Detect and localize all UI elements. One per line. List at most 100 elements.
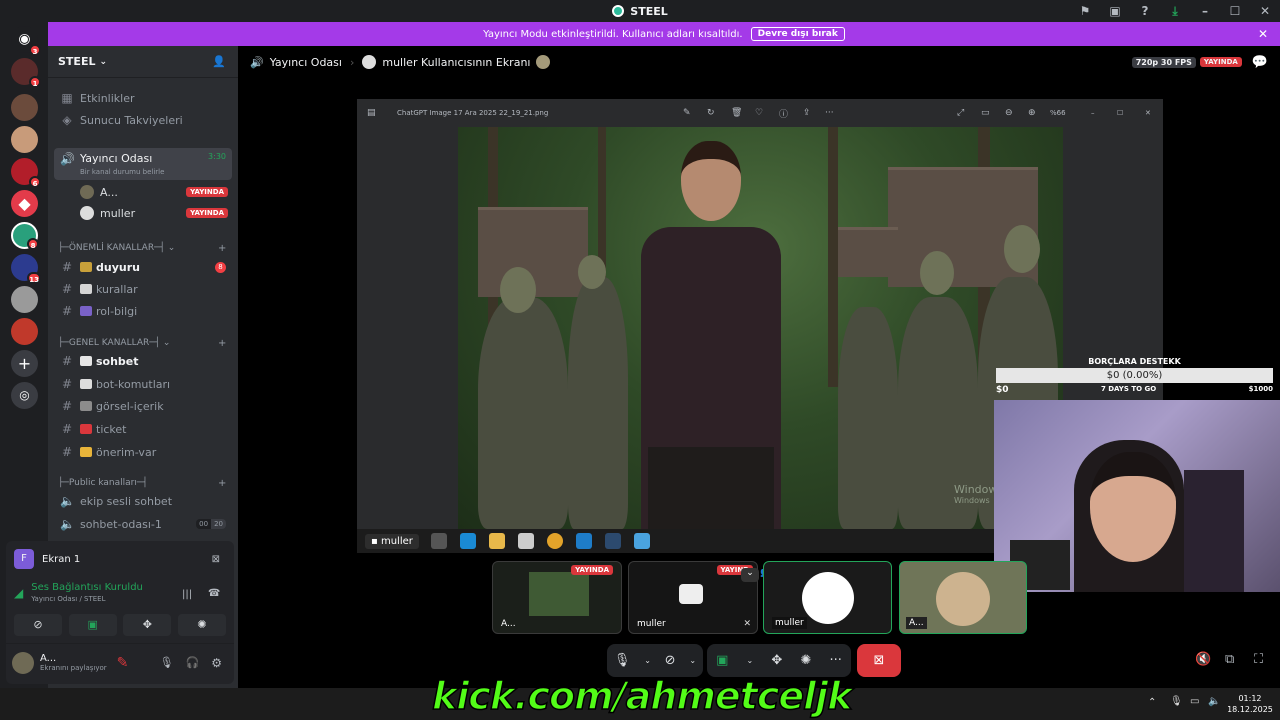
fullscreen-icon[interactable]: ⛶	[1254, 652, 1263, 667]
add-channel-icon[interactable]: +	[218, 338, 226, 349]
photos-icon[interactable]	[633, 533, 650, 549]
server-icon[interactable]	[11, 318, 38, 345]
chrome-icon[interactable]	[546, 533, 563, 549]
avatar[interactable]	[12, 651, 34, 674]
chat-icon[interactable]: 💬	[1252, 55, 1268, 70]
microphone-icon[interactable]: 🎙	[160, 656, 174, 669]
participant-tile[interactable]: YAYIND muller ✕	[628, 561, 758, 634]
channel-sohbet[interactable]: # sohbet	[54, 351, 232, 371]
close-icon[interactable]: ✕	[1258, 27, 1268, 41]
voice-channel-path[interactable]: Yayıncı Odası / STEEL	[31, 595, 143, 603]
maximize-button[interactable]: ☐	[1220, 4, 1250, 18]
add-channel-icon[interactable]: +	[218, 243, 226, 254]
disable-streamer-mode-button[interactable]: Devre dışı bırak	[750, 27, 845, 41]
download-icon[interactable]: ⤓	[1160, 4, 1190, 19]
voice-user[interactable]: muller YAYINDA	[74, 203, 232, 223]
rotate-icon[interactable]: ↻	[707, 108, 715, 118]
add-member-icon[interactable]: 👤	[212, 55, 226, 68]
minimize-button[interactable]: –	[1091, 109, 1095, 117]
volume-tray-icon[interactable]: 🔈	[1208, 696, 1220, 707]
voice-channel-status[interactable]: Bir kanal durumu belirle	[80, 168, 164, 176]
participant-tile[interactable]: A...	[899, 561, 1027, 634]
screen-share-button[interactable]: ▣	[68, 614, 117, 636]
add-channel-icon[interactable]: +	[218, 478, 226, 489]
display-tray-icon[interactable]: ▭	[1190, 696, 1199, 707]
server-icon[interactable]: 13	[11, 254, 41, 284]
popout-icon[interactable]: ⧉	[1225, 652, 1234, 667]
share-icon[interactable]: ⇪	[803, 108, 811, 118]
soundboard-icon[interactable]: ✺	[800, 653, 811, 668]
more-icon[interactable]: ···	[830, 653, 842, 668]
channel-ticket[interactable]: # ticket	[54, 419, 232, 439]
category-important[interactable]: ├─ÖNEMLİ KANALLAR─┤ ⌄ +	[58, 243, 226, 254]
maximize-button[interactable]: ☐	[1117, 109, 1123, 117]
zoom-in-icon[interactable]: ⊕	[1028, 108, 1036, 118]
minimize-button[interactable]: –	[1190, 4, 1220, 18]
steam-icon[interactable]	[604, 533, 621, 549]
channel-duyuru[interactable]: # duyuru 8	[54, 257, 232, 277]
camera-off-icon[interactable]: ⊘	[665, 653, 676, 668]
flag-icon[interactable]: ⚑	[1070, 4, 1100, 18]
delete-icon[interactable]: 🗑	[731, 108, 742, 118]
store-icon[interactable]	[517, 533, 534, 549]
headphones-icon[interactable]: 🎧	[186, 656, 200, 669]
server-icon[interactable]: ◆	[11, 190, 38, 217]
close-window-button[interactable]: ✕	[1250, 4, 1280, 18]
favorite-icon[interactable]: ♡	[755, 108, 763, 118]
channel-gorsel-icerik[interactable]: # görsel-içerik	[54, 396, 232, 416]
task-view-icon[interactable]	[430, 533, 447, 549]
events-item[interactable]: ▦ Etkinlikler	[54, 88, 232, 108]
channel-onerim-var[interactable]: # önerim-var	[54, 442, 232, 462]
file-explorer-icon[interactable]	[488, 533, 505, 549]
screen-share-icon[interactable]: ▣	[716, 653, 728, 668]
settings-gear-icon[interactable]: ⚙	[211, 656, 222, 670]
inbox-icon[interactable]: ▣	[1100, 4, 1130, 18]
camera-off-button[interactable]: ⊘	[14, 614, 62, 636]
channel-rol-bilgi[interactable]: # rol-bilgi	[54, 301, 232, 321]
collapse-chevron-icon[interactable]: ⌄	[741, 568, 759, 582]
category-public[interactable]: ├─Public kanalları─┤ +	[58, 478, 226, 489]
server-icon[interactable]	[11, 126, 38, 153]
info-icon[interactable]: ⓘ	[779, 107, 788, 120]
discover-icon[interactable]: ◎	[11, 382, 38, 409]
mail-icon[interactable]	[575, 533, 592, 549]
server-steel-icon[interactable]: 8	[11, 222, 39, 250]
voice-channel-sohbet-odasi[interactable]: 🔈 sohbet-odası-1 00 20	[54, 514, 232, 534]
waveform-icon[interactable]: |||	[182, 589, 192, 600]
fit-icon[interactable]: ▭	[981, 108, 990, 118]
channel-kurallar[interactable]: # kurallar	[54, 279, 232, 299]
voice-user[interactable]: A... YAYINDA	[74, 182, 232, 202]
channel-bot-komutlari[interactable]: # bot-komutları	[54, 374, 232, 394]
participant-tile[interactable]: muller	[763, 561, 892, 634]
boosts-item[interactable]: ◈ Sunucu Takviyeleri	[54, 110, 232, 130]
more-icon[interactable]: ···	[825, 108, 834, 118]
edge-icon[interactable]	[459, 533, 476, 549]
disconnect-icon[interactable]: ☎	[208, 588, 220, 599]
microphone-icon[interactable]: 🎙	[614, 653, 631, 668]
mic-tray-icon[interactable]: 🎙	[1170, 696, 1183, 707]
soundboard-button[interactable]: ✺	[177, 614, 226, 636]
header-channel-name[interactable]: Yayıncı Odası	[270, 56, 342, 69]
category-general[interactable]: ├─GENEL KANALLAR─┤ ⌄ +	[58, 338, 226, 349]
participant-tile[interactable]: YAYINDA A...	[492, 561, 622, 634]
expand-icon[interactable]: ⤢	[957, 108, 964, 118]
close-icon[interactable]: ⊠	[212, 554, 220, 565]
voice-status[interactable]: Ses Bağlantısı Kuruldu	[31, 582, 143, 593]
discord-home-icon[interactable]: ◉ 3	[11, 26, 41, 56]
zoom-out-icon[interactable]: ⊖	[1005, 108, 1013, 118]
help-icon[interactable]: ?	[1130, 4, 1160, 18]
add-server-icon[interactable]: +	[11, 350, 38, 377]
leave-call-button[interactable]: ⊠	[857, 644, 901, 677]
voice-channel-ekip[interactable]: 🔈 ekip sesli sohbet	[54, 491, 232, 511]
close-window-button[interactable]: ✕	[1145, 109, 1151, 117]
server-icon[interactable]: 6	[11, 158, 41, 188]
volume-muted-icon[interactable]: 🔇	[1195, 652, 1211, 667]
activities-button[interactable]: ✥	[123, 614, 172, 636]
activities-icon[interactable]: ✥	[771, 653, 782, 668]
guild-header[interactable]: STEEL ⌄ 👤	[48, 46, 238, 78]
server-icon[interactable]	[11, 286, 38, 313]
voice-channel-active[interactable]: 🔊 Yayıncı Odası Bir kanal durumu belirle…	[54, 148, 232, 180]
server-icon[interactable]	[11, 94, 38, 121]
system-clock[interactable]: 01:12 18.12.2025	[1226, 693, 1274, 715]
server-icon[interactable]: 1	[11, 58, 41, 88]
